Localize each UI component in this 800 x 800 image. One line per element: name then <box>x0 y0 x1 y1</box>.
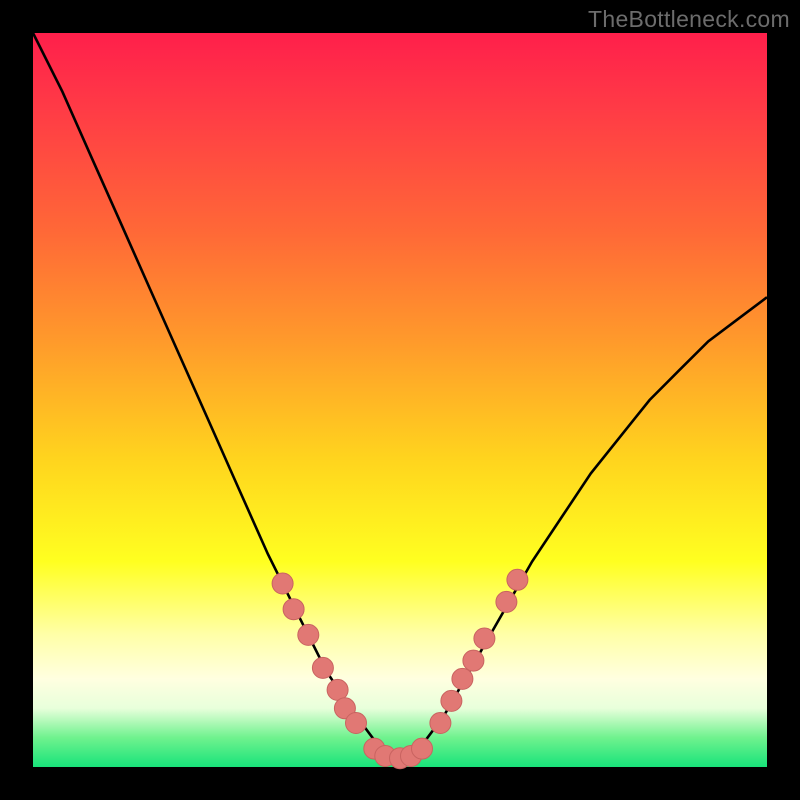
curve-dot <box>452 668 473 689</box>
curve-dot <box>430 713 451 734</box>
bottleneck-curve-svg <box>33 33 767 767</box>
curve-dot <box>283 599 304 620</box>
curve-dot <box>346 713 367 734</box>
curve-dot <box>441 690 462 711</box>
watermark-text: TheBottleneck.com <box>588 6 790 33</box>
curve-dot <box>507 569 528 590</box>
curve-dot <box>327 679 348 700</box>
chart-plot-area <box>33 33 767 767</box>
chart-frame: TheBottleneck.com <box>0 0 800 800</box>
bottleneck-curve <box>33 33 767 760</box>
curve-dot <box>272 573 293 594</box>
curve-dot <box>474 628 495 649</box>
curve-dot <box>463 650 484 671</box>
curve-dots-group <box>272 569 528 768</box>
curve-dot <box>312 657 333 678</box>
curve-dot <box>298 624 319 645</box>
curve-dot <box>496 591 517 612</box>
curve-dot <box>412 738 433 759</box>
